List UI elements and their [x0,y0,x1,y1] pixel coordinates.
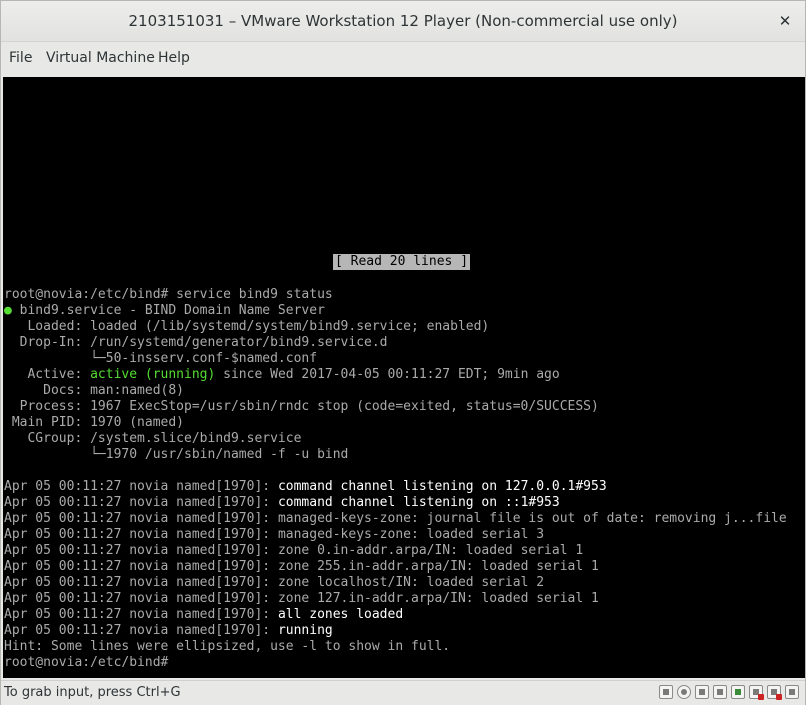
log-message: zone 127.in-addr.arpa/IN: loaded serial … [277,591,599,606]
printer-icon[interactable] [767,685,782,700]
log-prefix: Apr 05 00:11:27 novia named[1970]: [4,559,278,574]
window-title: 2103151031 – VMware Workstation 12 Playe… [128,12,678,30]
log-message: zone 255.in-addr.arpa/IN: loaded serial … [277,559,599,574]
terminal-line: └─1970 /usr/sbin/named -f -u bind [4,447,349,462]
terminal-output: root@novia:/etc/bind# service bind9 stat… [4,287,787,671]
terminal-line: Loaded: loaded (/lib/systemd/system/bind… [4,319,490,334]
log-message: managed-keys-zone: loaded serial 3 [277,527,545,542]
log-prefix: Apr 05 00:11:27 novia named[1970]: [4,527,278,542]
terminal-line: CGroup: /system.slice/bind9.service [4,431,302,446]
menu-virtual-machine[interactable]: Virtual Machine [46,42,155,74]
network-adapter-icon[interactable] [695,685,709,699]
menu-file[interactable]: File [9,42,32,74]
terminal-line: Main PID: 1970 (named) [4,415,185,430]
terminal-line: bind9.service - BIND Domain Name Server [11,303,325,318]
floppy-icon[interactable] [713,685,727,699]
display-icon[interactable] [785,685,799,699]
title-bar: 2103151031 – VMware Workstation 12 Playe… [1,1,805,42]
sound-card-icon[interactable] [749,685,764,700]
terminal-line: root@novia:/etc/bind# service bind9 stat… [4,287,333,302]
terminal-line: └─50-insserv.conf-$named.conf [4,351,318,366]
device-tray [659,685,799,701]
log-prefix: Apr 05 00:11:27 novia named[1970]: [4,495,278,510]
shell-prompt: root@novia:/etc/bind# [4,655,169,670]
usb-icon[interactable] [731,685,745,699]
log-message: zone localhost/IN: loaded serial 2 [277,575,545,590]
log-prefix: Apr 05 00:11:27 novia named[1970]: [4,511,278,526]
log-prefix: Apr 05 00:11:27 novia named[1970]: [4,575,278,590]
terminal-line: since Wed 2017-04-05 00:11:27 EDT; 9min … [215,367,560,382]
log-message: all zones loaded [277,607,404,622]
grab-input-hint: To grab input, press Ctrl+G [4,685,181,700]
log-prefix: Apr 05 00:11:27 novia named[1970]: [4,543,278,558]
terminal-line: Hint: Some lines were ellipsized, use -l… [4,639,451,654]
status-bar: To grab input, press Ctrl+G [1,680,805,705]
log-prefix: Apr 05 00:11:27 novia named[1970]: [4,479,278,494]
log-message: command channel listening on 127.0.0.1#9… [277,479,607,494]
terminal-line: Active: [4,367,91,382]
terminal-line: Docs: man:named(8) [4,383,185,398]
terminal-line: Process: 1967 ExecStop=/usr/sbin/rndc st… [4,399,599,414]
log-prefix: Apr 05 00:11:27 novia named[1970]: [4,623,278,638]
vm-console[interactable]: [ Read 20 lines ] root@novia:/etc/bind# … [3,77,805,678]
log-message: command channel listening on ::1#953 [277,495,560,510]
nano-read-banner: [ Read 20 lines ] [333,254,470,270]
hard-disk-icon[interactable] [659,685,673,699]
vmware-player-window: 2103151031 – VMware Workstation 12 Playe… [0,0,806,705]
active-state: active (running) [90,367,216,382]
terminal-line: Drop-In: /run/systemd/generator/bind9.se… [4,335,388,350]
cd-dvd-icon[interactable] [677,685,691,699]
log-prefix: Apr 05 00:11:27 novia named[1970]: [4,591,278,606]
menu-help[interactable]: Help [158,42,190,74]
log-message: zone 0.in-addr.arpa/IN: loaded serial 1 [277,543,584,558]
log-prefix: Apr 05 00:11:27 novia named[1970]: [4,607,278,622]
log-message: managed-keys-zone: journal file is out o… [277,511,787,526]
close-icon[interactable]: ✕ [773,9,797,33]
status-bullet: ● [4,303,12,318]
menu-bar: File Virtual Machine Help [1,42,805,74]
log-message: running [277,623,333,638]
